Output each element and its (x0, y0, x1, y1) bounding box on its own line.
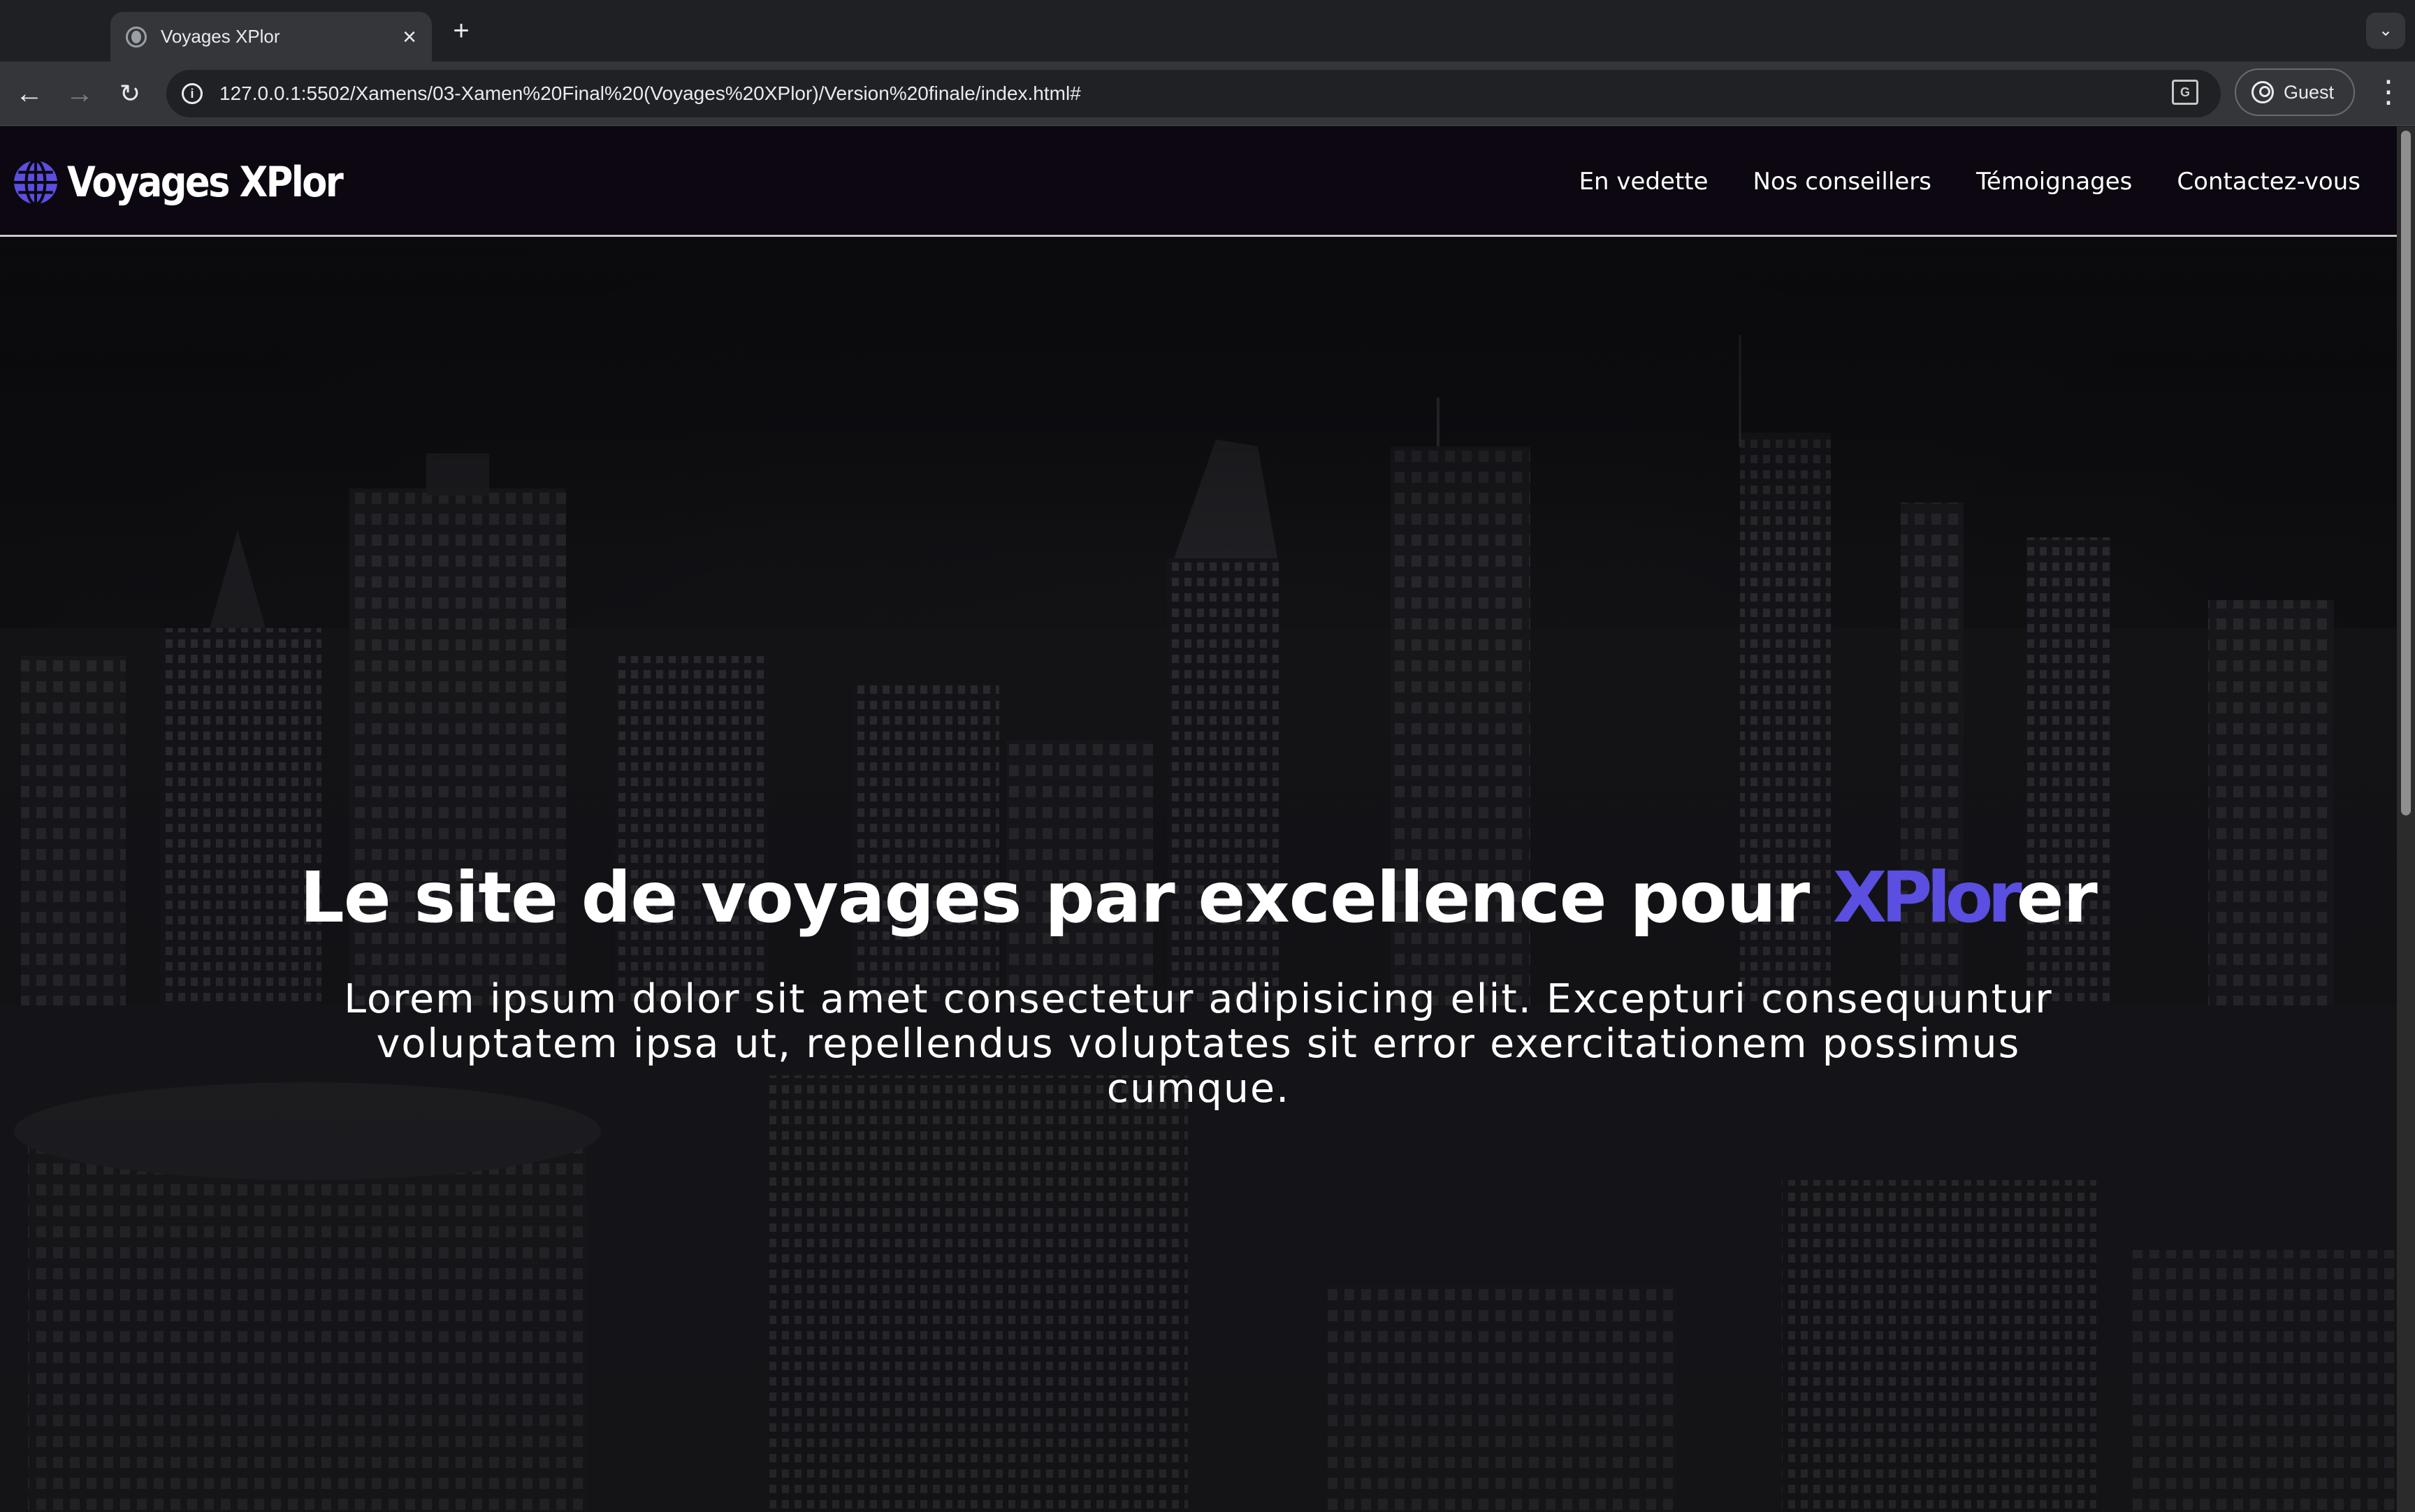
nav-link-temoignages[interactable]: Témoignages (1976, 168, 2132, 196)
translate-icon[interactable]: G (2172, 80, 2198, 105)
back-button[interactable]: ← (10, 74, 49, 113)
browser-menu-button[interactable]: ⋮ (2373, 74, 2404, 110)
site-header: Voyages XPlor En vedette Nos conseillers… (0, 126, 2397, 237)
browser-tab-strip: Voyages XPlor × + ⌄ (0, 0, 2415, 61)
hero-title-end: er (2016, 857, 2098, 938)
nav-link-nos-conseillers[interactable]: Nos conseillers (1753, 168, 1931, 196)
close-tab-icon[interactable]: × (396, 25, 423, 49)
address-bar[interactable]: i 127.0.0.1:5502/Xamens/03-Xamen%20Final… (166, 70, 2221, 117)
profile-icon (2251, 81, 2274, 103)
site-logo[interactable]: Voyages XPlor (13, 158, 379, 207)
browser-toolbar: ← → ↻ i 127.0.0.1:5502/Xamens/03-Xamen%2… (0, 61, 2415, 126)
globe-favicon-icon (126, 26, 147, 48)
hero-title-start: Le site de voyages par excellence pour (300, 857, 1833, 938)
tab-title: Voyages XPlor (161, 26, 280, 47)
nav-link-en-vedette[interactable]: En vedette (1579, 168, 1709, 196)
hero-title: Le site de voyages par excellence pour X… (0, 857, 2397, 938)
hero-description: Lorem ipsum dolor sit amet consectetur a… (344, 976, 2053, 1112)
new-tab-button[interactable]: + (447, 15, 475, 46)
globe-icon (14, 159, 57, 205)
url-text[interactable]: 127.0.0.1:5502/Xamens/03-Xamen%20Final%2… (219, 70, 1081, 117)
info-icon[interactable]: i (182, 83, 203, 104)
hero-title-accent: XPlor (1832, 857, 2022, 938)
web-page: Voyages XPlor En vedette Nos conseillers… (0, 126, 2397, 1512)
logo-text: Voyages XPlor (67, 158, 344, 207)
profile-button[interactable]: Guest (2235, 68, 2355, 116)
tab-search-button[interactable]: ⌄ (2366, 13, 2405, 49)
hero-section: Le site de voyages par excellence pour X… (0, 237, 2397, 1512)
profile-label: Guest (2284, 81, 2335, 103)
main-nav: En vedette Nos conseillers Témoignages C… (1579, 126, 2360, 237)
scrollbar-thumb[interactable] (2401, 131, 2411, 815)
reload-button[interactable]: ↻ (110, 74, 150, 113)
page-scrollbar[interactable] (2397, 126, 2415, 1512)
browser-tab[interactable]: Voyages XPlor × (110, 12, 432, 61)
forward-button[interactable]: → (60, 74, 99, 113)
nav-link-contactez-vous[interactable]: Contactez-vous (2177, 168, 2360, 196)
